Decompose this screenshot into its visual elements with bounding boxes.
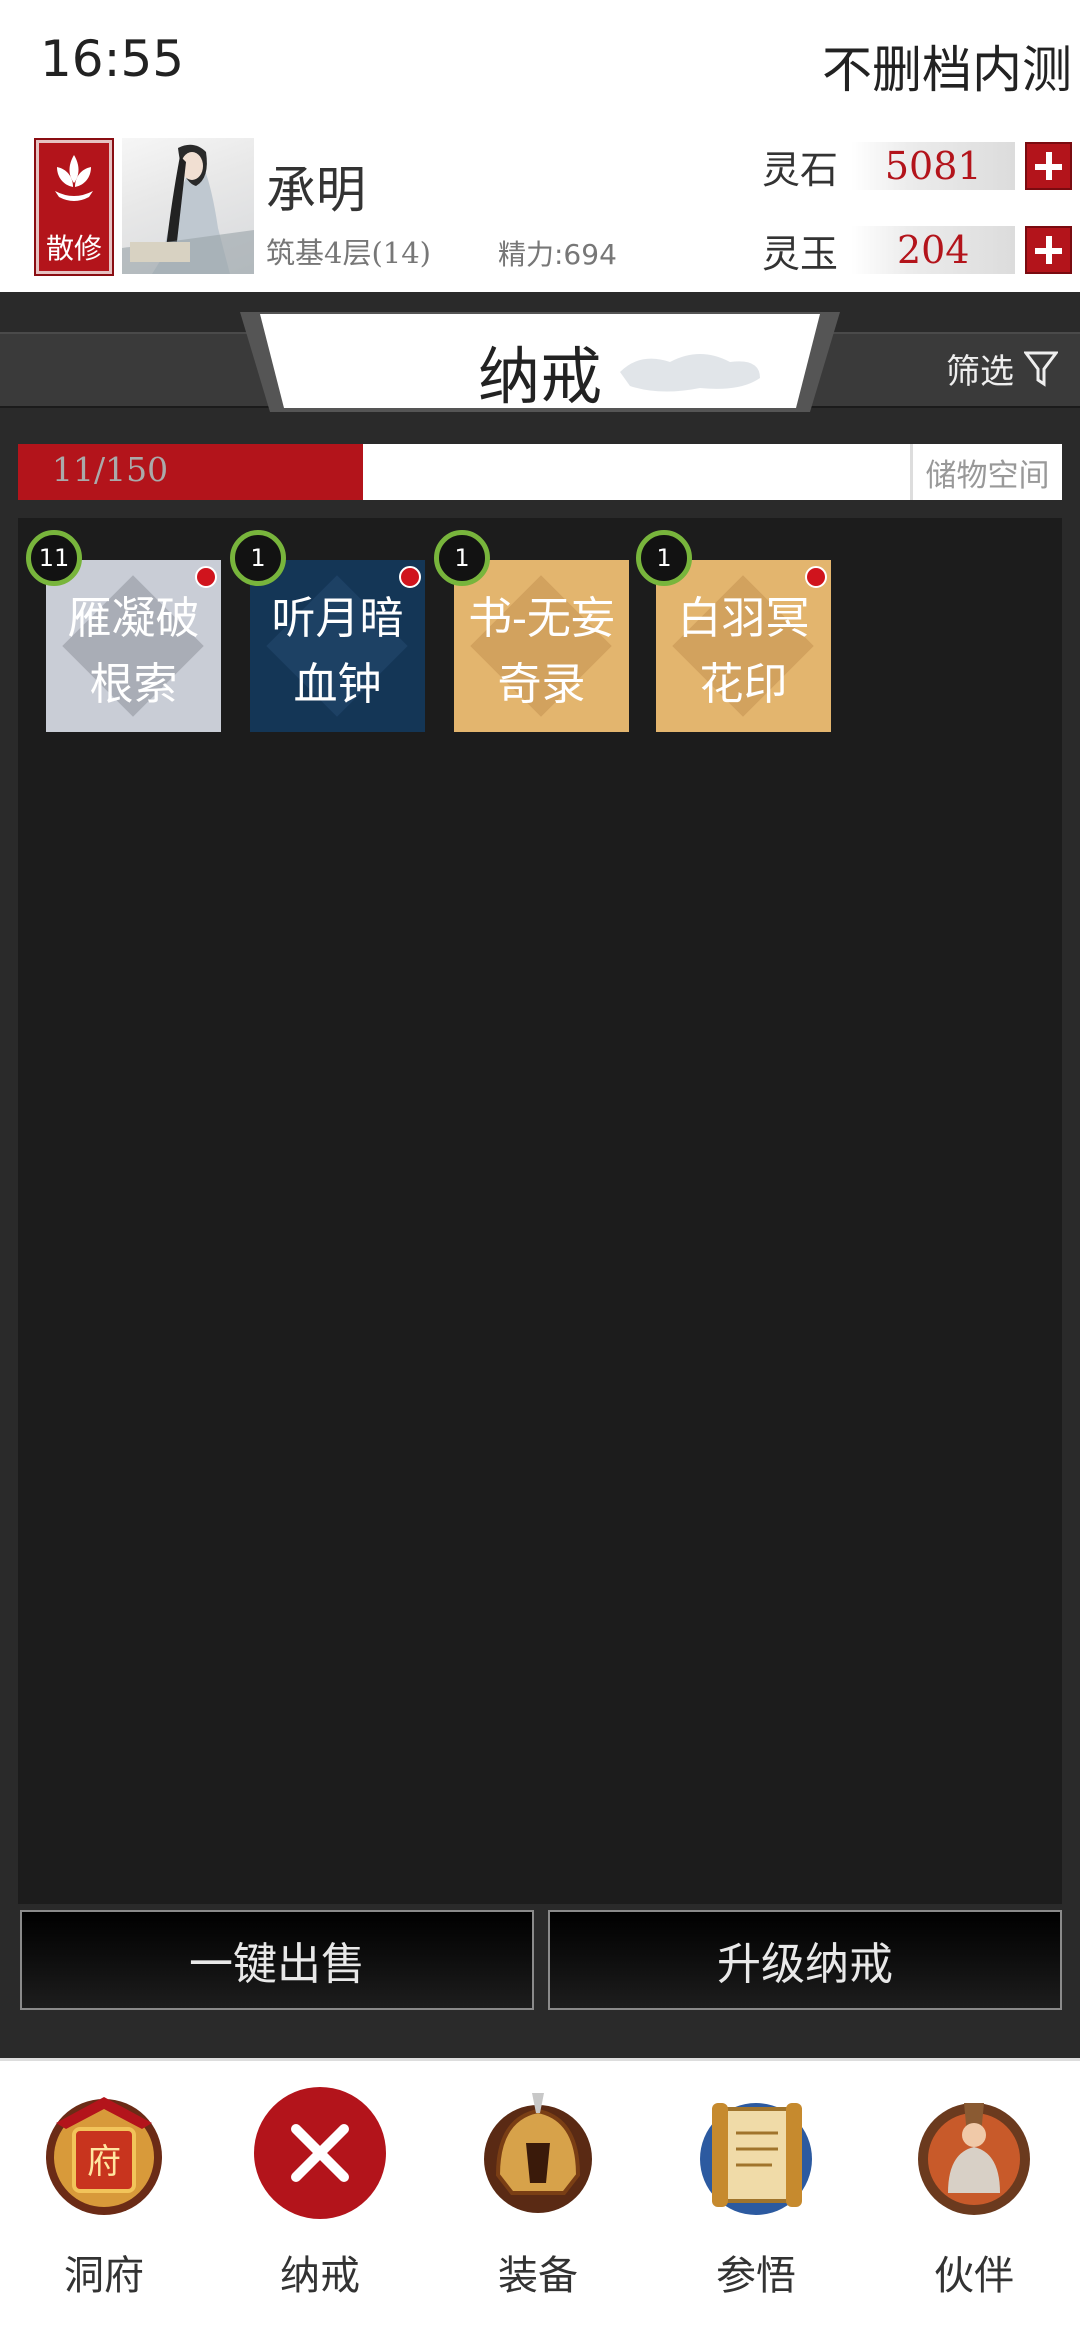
- item-name-line2: 花印: [699, 659, 788, 710]
- nav-label: 伙伴: [934, 2253, 1014, 2299]
- avatar[interactable]: [122, 138, 254, 274]
- status-bar: 16:55 不删档内测: [0, 0, 1080, 130]
- scroll-icon: [700, 2103, 812, 2215]
- player-header: 散修 承明 筑基4层(14) 精力:694 灵石 5081 灵玉 204: [0, 130, 1080, 292]
- inventory-item[interactable]: 书-无妄奇录: [454, 560, 629, 732]
- nav-item-comprehend[interactable]: 参悟: [656, 2073, 856, 2333]
- nav-item-ring[interactable]: 纳戒: [220, 2073, 420, 2333]
- item-count-badge: 11: [26, 530, 82, 586]
- tab-ring-title[interactable]: 纳戒: [240, 326, 840, 416]
- currency-label: 灵石: [762, 147, 839, 192]
- filter-button[interactable]: 筛选: [946, 344, 1058, 393]
- nav-item-equipment[interactable]: 装备: [438, 2073, 638, 2333]
- svg-text:府: 府: [87, 2142, 121, 2182]
- helmet-icon: [484, 2093, 592, 2213]
- item-name-line1: 雁凝破: [67, 593, 200, 644]
- capacity-label: 储物空间: [910, 444, 1062, 500]
- add-spirit-stone-button[interactable]: [1025, 142, 1072, 190]
- ring-panel: 纳戒 筛选 11/150 储物空间 雁凝破根索 听月暗血钟 书-无妄奇录 白羽冥…: [0, 292, 1080, 2058]
- lotus-icon: [55, 155, 93, 201]
- filter-label: 筛选: [946, 352, 1014, 392]
- item-name-line2: 血钟: [293, 659, 382, 710]
- capacity-text: 11/150: [52, 450, 169, 489]
- filter-icon: [1024, 351, 1058, 387]
- item-count-badge: 1: [636, 530, 692, 586]
- item-grid: 雁凝破根索 听月暗血钟 书-无妄奇录 白羽冥花印 11 1 1 1: [18, 518, 1062, 1904]
- energy-value: 精力:694: [498, 238, 617, 271]
- nav-label: 装备: [498, 2253, 578, 2299]
- cave-mansion-icon: 府: [46, 2097, 162, 2215]
- new-item-dot: [195, 566, 217, 588]
- build-label: 不删档内测: [822, 41, 1072, 99]
- currency-value: 5081: [851, 142, 1016, 190]
- sell-all-button[interactable]: 一键出售: [20, 1910, 534, 2010]
- item-count-badge: 1: [230, 530, 286, 586]
- close-icon: [254, 2087, 386, 2219]
- cultivation-realm: 筑基4层(14): [266, 236, 431, 270]
- upgrade-ring-button[interactable]: 升级纳戒: [548, 1910, 1062, 2010]
- currency-spirit-jade: 灵玉 204: [762, 224, 1072, 276]
- companion-icon: [918, 2103, 1030, 2215]
- inventory-item[interactable]: 听月暗 血钟: [250, 560, 425, 732]
- item-name-line1: 白羽冥: [677, 593, 810, 644]
- add-spirit-jade-button[interactable]: [1025, 226, 1072, 274]
- item-name-line2: 根索: [89, 659, 178, 710]
- sect-badge-label: 散修: [45, 232, 102, 265]
- inventory-item[interactable]: 白羽冥 花印: [656, 560, 831, 732]
- new-item-dot: [805, 566, 827, 588]
- item-count-badge: 1: [434, 530, 490, 586]
- nav-item-companion[interactable]: 伙伴: [874, 2073, 1074, 2333]
- new-item-dot: [399, 566, 421, 588]
- nav-label: 纳戒: [280, 2253, 360, 2299]
- player-name: 承明: [266, 161, 366, 219]
- storage-capacity-bar: 11/150 储物空间: [18, 444, 1062, 500]
- sect-badge[interactable]: 散修: [34, 138, 114, 276]
- currency-label: 灵玉: [762, 231, 839, 276]
- bottom-nav: 府 洞府 纳戒 装备 参悟 伙伴: [0, 2058, 1080, 2340]
- item-name-line1: 书-无妄: [468, 593, 615, 644]
- currency-value: 204: [851, 226, 1016, 274]
- nav-label: 洞府: [64, 2253, 144, 2299]
- currency-spirit-stone: 灵石 5081: [762, 140, 1072, 192]
- nav-label: 参悟: [716, 2253, 796, 2299]
- item-name-line1: 听月暗: [271, 593, 404, 644]
- clock-time: 16:55: [40, 30, 185, 88]
- character-portrait-icon: [122, 144, 254, 274]
- item-name-line2: 奇录: [497, 659, 586, 710]
- inventory-item[interactable]: 雁凝破 根索: [46, 560, 221, 732]
- nav-item-cave[interactable]: 府 洞府: [4, 2073, 204, 2333]
